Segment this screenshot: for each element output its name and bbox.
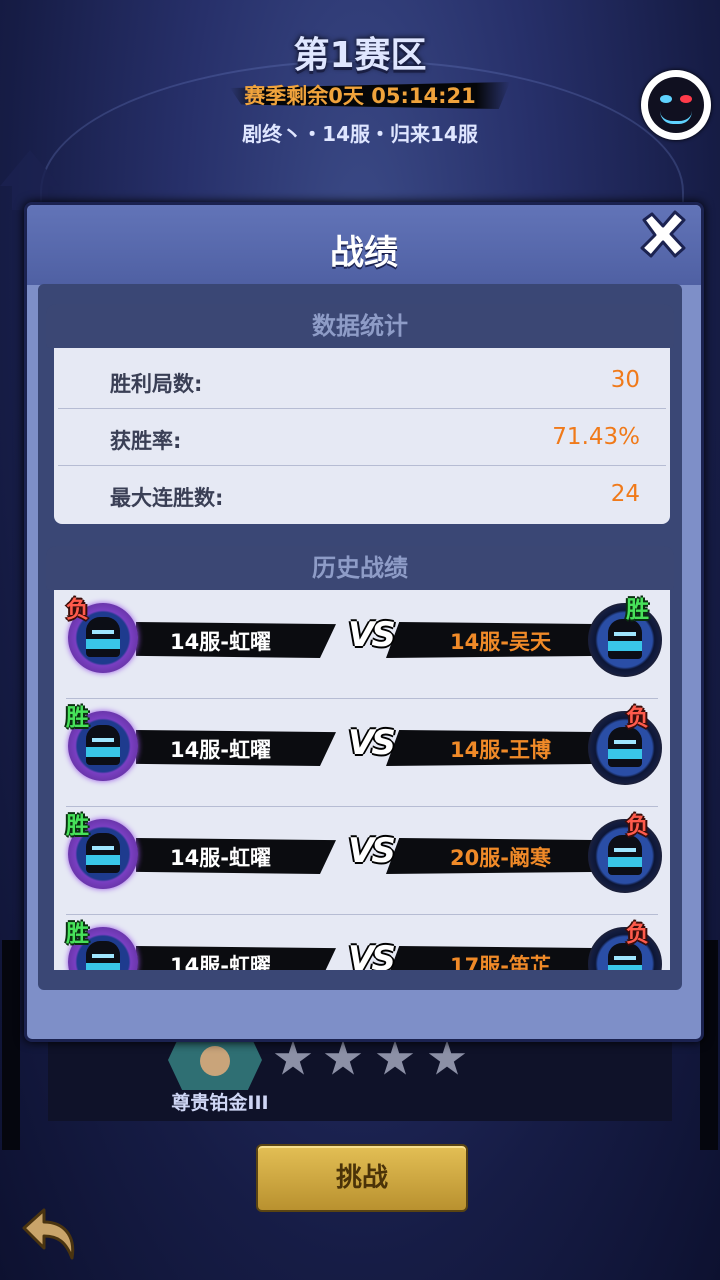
left-player-name: 14服-虹曜 (170, 630, 271, 654)
zone-title: 第1赛区 (293, 35, 427, 76)
right-player-name: 14服-吴天 (450, 630, 551, 654)
vs-label: VS (348, 615, 396, 655)
stat-value: 24 (610, 481, 640, 507)
stat-row-wins: 胜利局数: 30 (58, 352, 666, 409)
right-result: 负 (626, 705, 649, 731)
history-section-header: 历史战绩 (46, 546, 674, 590)
list-item[interactable]: 负 胜 14服-虹曜 VS 14服-吴天 (66, 590, 662, 699)
stat-row-winrate: 获胜率: 71.43% (58, 409, 666, 466)
season-timer: 赛季剩余0天 05:14:21 (244, 84, 476, 108)
stat-label: 获胜率: (110, 429, 182, 453)
close-icon[interactable] (636, 208, 690, 262)
right-player-name: 20服-阚寒 (450, 846, 551, 870)
left-result: 胜 (66, 705, 89, 731)
vs-label: VS (348, 723, 396, 763)
right-result: 胜 (626, 597, 649, 623)
stat-label: 胜利局数: (110, 372, 203, 396)
opponent-avatar-icon (588, 711, 662, 785)
stats-section-header: 数据统计 (46, 304, 674, 348)
stat-value: 71.43% (552, 424, 640, 450)
left-result: 胜 (66, 813, 89, 839)
list-item[interactable]: 胜 负 14服-虹曜 VS 14服-王博 (66, 698, 662, 807)
left-player-name: 14服-虹曜 (170, 954, 271, 970)
right-player-name: 17服-笛芷 (450, 954, 551, 970)
left-player-name: 14服-虹曜 (170, 738, 271, 762)
vs-label: VS (348, 831, 396, 871)
stat-row-streak: 最大连胜数: 24 (58, 466, 666, 522)
vs-label: VS (348, 939, 396, 970)
stat-label: 最大连胜数: (110, 486, 224, 510)
opponent-avatar-icon (588, 927, 662, 970)
team-line: 剧终丶・14服・归来14服 (242, 122, 478, 146)
challenge-button[interactable]: 挑战 (256, 1144, 468, 1212)
opponent-avatar-icon (588, 603, 662, 677)
rank-name: 尊贵铂金III (171, 1092, 269, 1114)
left-result: 负 (66, 597, 89, 623)
right-result: 负 (626, 921, 649, 947)
right-result: 负 (626, 813, 649, 839)
stats-box: 胜利局数: 30 获胜率: 71.43% 最大连胜数: 24 (54, 348, 670, 524)
left-post (2, 940, 20, 1150)
left-player-name: 14服-虹曜 (170, 846, 271, 870)
back-arrow-icon[interactable] (14, 1198, 82, 1266)
rank-strip (48, 1040, 672, 1121)
player-avatar-icon[interactable] (641, 70, 711, 140)
history-list[interactable]: 负 胜 14服-虹曜 VS 14服-吴天 胜 负 14服-虹曜 VS 14服-王… (54, 590, 670, 970)
list-item[interactable]: 胜 负 14服-虹曜 VS 17服-笛芷 (66, 914, 662, 970)
stat-value: 30 (610, 367, 640, 393)
dialog-title: 战绩 (330, 233, 398, 273)
opponent-avatar-icon (588, 819, 662, 893)
left-result: 胜 (66, 921, 89, 947)
list-item[interactable]: 胜 负 14服-虹曜 VS 20服-阚寒 (66, 806, 662, 915)
right-player-name: 14服-王博 (450, 738, 551, 762)
